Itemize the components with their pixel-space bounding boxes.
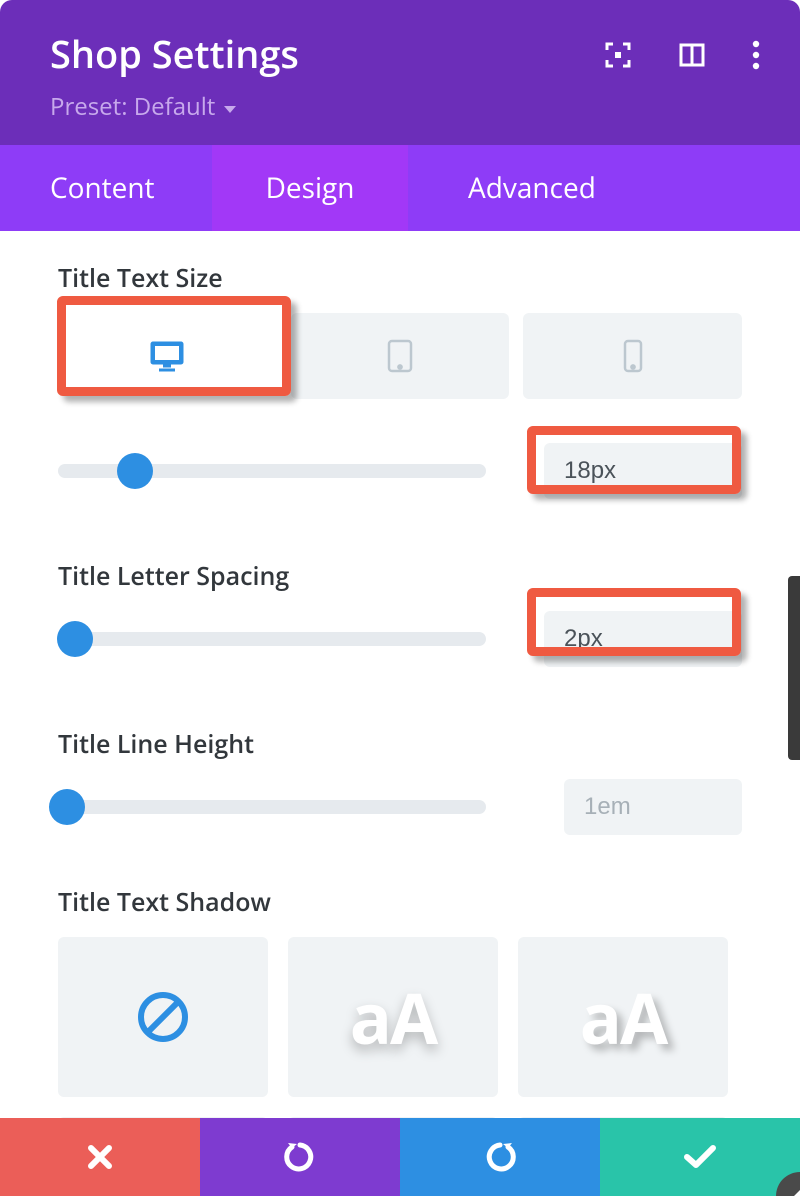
footer-bar xyxy=(0,1118,800,1196)
line-height-thumb[interactable] xyxy=(49,789,85,825)
more-icon[interactable] xyxy=(752,40,760,75)
preset-label: Preset: Default xyxy=(50,90,215,123)
tab-advanced[interactable]: Advanced xyxy=(408,145,800,231)
cancel-button[interactable] xyxy=(0,1118,200,1196)
settings-panel: Shop Settings Preset: Default xyxy=(0,0,800,1196)
label-line-height: Title Line Height xyxy=(58,727,742,761)
expand-icon[interactable] xyxy=(604,41,632,74)
line-height-slider[interactable] xyxy=(58,800,486,814)
shadow-preview: aA xyxy=(580,969,667,1065)
preset-dropdown[interactable]: Preset: Default xyxy=(50,90,750,123)
panel-body: Title Text Size xyxy=(0,231,800,1185)
tab-bar: Content Design Advanced xyxy=(0,145,800,231)
caret-down-icon xyxy=(223,90,237,123)
tab-content[interactable]: Content xyxy=(0,145,212,231)
letter-spacing-input[interactable] xyxy=(544,611,742,667)
shadow-preview: aA xyxy=(350,969,437,1065)
text-size-slider-row xyxy=(58,443,742,499)
device-tablet[interactable] xyxy=(291,313,510,399)
shadow-option-2[interactable]: aA xyxy=(518,937,728,1097)
text-size-slider[interactable] xyxy=(58,464,486,478)
letter-spacing-slider-row xyxy=(58,611,742,667)
text-size-thumb[interactable] xyxy=(117,453,153,489)
label-text-shadow: Title Text Shadow xyxy=(58,885,742,919)
shadow-option-none[interactable] xyxy=(58,937,268,1097)
device-toggle-row xyxy=(58,313,742,399)
letter-spacing-slider[interactable] xyxy=(58,632,486,646)
shadow-option-1[interactable]: aA xyxy=(288,937,498,1097)
device-phone[interactable] xyxy=(523,313,742,399)
header-icon-row xyxy=(604,40,760,75)
layout-icon[interactable] xyxy=(678,41,706,74)
save-button[interactable] xyxy=(600,1118,800,1196)
label-text-size: Title Text Size xyxy=(58,261,742,295)
letter-spacing-thumb[interactable] xyxy=(57,621,93,657)
tab-design[interactable]: Design xyxy=(212,145,408,231)
text-size-input[interactable] xyxy=(544,443,742,499)
device-desktop[interactable] xyxy=(58,313,277,399)
line-height-input[interactable] xyxy=(564,779,742,835)
scrollbar-thumb[interactable] xyxy=(788,576,800,760)
panel-header: Shop Settings Preset: Default xyxy=(0,0,800,145)
line-height-slider-row xyxy=(58,779,742,835)
redo-button[interactable] xyxy=(400,1118,600,1196)
undo-button[interactable] xyxy=(200,1118,400,1196)
label-letter-spacing: Title Letter Spacing xyxy=(58,559,742,593)
